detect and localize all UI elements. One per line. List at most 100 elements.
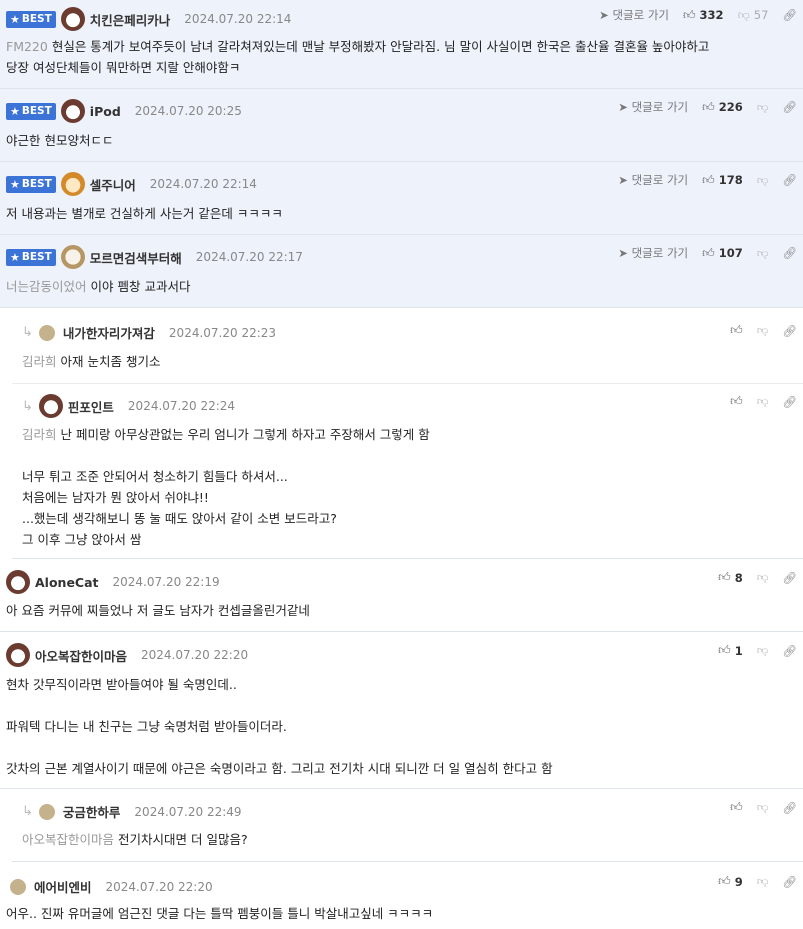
reply-arrow-icon: ↳ <box>22 804 33 819</box>
comment-body: 아오복잡한이마음 전기차시대면 더 일많음? <box>22 832 248 847</box>
share-icon[interactable]: 🔗︎ <box>782 246 797 260</box>
share-icon[interactable]: 🔗︎ <box>782 8 797 22</box>
reply-target[interactable]: 김라희 <box>22 354 57 369</box>
avatar[interactable] <box>10 878 26 895</box>
avatar[interactable] <box>60 172 85 196</box>
thumbs-up-icon[interactable]: 👍︎ <box>730 394 743 409</box>
thumbs-up-icon[interactable]: 👍︎ <box>718 874 731 889</box>
share-icon[interactable]: 🔗︎ <box>782 173 797 187</box>
reply-comment: ↳ 내가한자리가져감 2024.07.20 22:23 👍︎ 👎︎ 🔗︎ 김라희… <box>12 312 803 384</box>
thumbs-up-icon[interactable]: 👍︎ <box>702 246 715 261</box>
comment-body: 저 내용과는 별개로 건실하게 사는거 같은데 ㅋㅋㅋㅋ <box>6 206 283 221</box>
avatar[interactable] <box>60 99 85 123</box>
thumbs-up-icon[interactable]: 👍︎ <box>702 100 715 115</box>
thumbs-up-icon[interactable]: 👍︎ <box>718 643 731 658</box>
thumbs-up-icon[interactable]: 👍︎ <box>702 173 715 188</box>
comment-body: 너는감동이었어 이야 펨창 교과서다 <box>6 279 191 294</box>
share-icon[interactable]: 🔗︎ <box>782 875 797 889</box>
comment-body: 현차 갓무직이라면 받아들여야 될 숙명인데.. 파워텍 다니는 내 친구는 그… <box>6 677 553 776</box>
thumbs-up-icon[interactable]: 👍︎ <box>730 800 743 815</box>
reply-target[interactable]: 아오복잡한이마음 <box>22 832 114 847</box>
avatar[interactable] <box>6 570 30 594</box>
goto-comment-link[interactable]: ➤ 댓글로 가기 <box>618 245 688 261</box>
avatar[interactable] <box>38 324 55 341</box>
star-icon: ★ <box>10 104 20 118</box>
comment-author[interactable]: 치킨은페리카나 <box>90 10 171 29</box>
comment-body: 김라희 난 페미랑 아무상관없는 우리 엄니가 그렇게 하자고 주장해서 그렇게… <box>22 427 430 547</box>
reply-target[interactable]: FM220 <box>6 39 48 54</box>
arrow-icon: ➤ <box>599 8 613 22</box>
arrow-icon: ➤ <box>618 100 632 114</box>
upvote-count: 332 <box>699 8 724 22</box>
thumbs-up-icon[interactable]: 👍︎ <box>730 323 743 338</box>
reply-comment: ↳ 궁금한하루 2024.07.20 22:49 👍︎ 👎︎ 🔗︎ 아오복잡한이… <box>12 789 803 862</box>
avatar[interactable] <box>60 245 85 269</box>
comment-author[interactable]: 아오복잡한이마음 <box>35 646 127 665</box>
comment-body: FM220 현실은 통계가 보여주듯이 남녀 갈라쳐져있는데 맨날 부정해봤자 … <box>6 39 710 75</box>
thumbs-down-icon[interactable]: 👎︎ <box>738 8 750 23</box>
goto-comment-link[interactable]: ➤ 댓글로 가기 <box>599 7 669 23</box>
comment-body: 야근한 현모양처ㄷㄷ <box>6 133 114 148</box>
avatar[interactable] <box>6 643 30 667</box>
comment-body: 어우.. 진짜 유머글에 엄근진 댓글 다는 틀딱 펨붕이들 틀니 박살내고싶네… <box>6 906 434 921</box>
thumbs-down-icon[interactable]: 👎︎ <box>757 643 769 658</box>
avatar[interactable] <box>38 803 55 820</box>
share-icon[interactable]: 🔗︎ <box>782 395 797 409</box>
comment-author[interactable]: 궁금한하루 <box>63 802 121 821</box>
comment-date: 2024.07.20 20:25 <box>134 104 242 118</box>
comment-author[interactable]: iPod <box>90 104 121 119</box>
thumbs-down-icon[interactable]: 👎︎ <box>757 570 769 585</box>
comment-author[interactable]: AloneCat <box>35 575 99 590</box>
comment: 아오복잡한이마음 2024.07.20 22:20 👍︎ 1 👎︎ 🔗︎ 현차 갓… <box>0 632 803 789</box>
comment-author[interactable]: 에어비엔비 <box>34 877 92 896</box>
share-icon[interactable]: 🔗︎ <box>782 324 797 338</box>
comment-date: 2024.07.20 22:14 <box>184 12 292 26</box>
comment-body: 김라희 아재 눈치좀 챙기소 <box>22 354 161 369</box>
goto-comment-link[interactable]: ➤ 댓글로 가기 <box>618 172 688 188</box>
share-icon[interactable]: 🔗︎ <box>782 644 797 658</box>
thumbs-down-icon[interactable]: 👎︎ <box>757 874 769 889</box>
reply-target[interactable]: 김라희 <box>22 427 57 442</box>
best-comment: ★ BEST 치킨은페리카나 2024.07.20 22:14 ➤ 댓글로 가기 … <box>0 0 803 89</box>
comment-author[interactable]: 핀포인트 <box>68 397 114 416</box>
comment-author[interactable]: 셀주니어 <box>90 175 136 194</box>
comment-date: 2024.07.20 22:17 <box>195 250 303 264</box>
upvote-count: 9 <box>734 874 743 889</box>
goto-comment-link[interactable]: ➤ 댓글로 가기 <box>618 99 688 115</box>
thumbs-up-icon[interactable]: 👍︎ <box>683 8 696 23</box>
best-comment: ★ BEST 모르면검색부터해 2024.07.20 22:17 ➤ 댓글로 가기… <box>0 235 803 308</box>
thumbs-down-icon[interactable]: 👎︎ <box>757 246 769 261</box>
thumbs-down-icon[interactable]: 👎︎ <box>757 800 769 815</box>
star-icon: ★ <box>10 12 20 26</box>
thumbs-down-icon[interactable]: 👎︎ <box>757 173 769 188</box>
arrow-icon: ➤ <box>618 246 632 260</box>
comment-date: 2024.07.20 22:23 <box>168 325 277 340</box>
comment-date: 2024.07.20 22:20 <box>105 879 213 894</box>
comment-author[interactable]: 내가한자리가져감 <box>63 323 155 342</box>
upvote-count: 107 <box>718 246 743 260</box>
comment-date: 2024.07.20 22:14 <box>149 177 257 191</box>
best-badge: ★ BEST <box>6 175 56 193</box>
avatar[interactable] <box>38 394 63 418</box>
thumbs-down-icon[interactable]: 👎︎ <box>757 100 769 115</box>
upvote-count: 226 <box>718 100 743 114</box>
thumbs-up-icon[interactable]: 👍︎ <box>718 570 731 585</box>
comment: AloneCat 2024.07.20 22:19 👍︎ 8 👎︎ 🔗︎ 아 요즘… <box>0 559 803 632</box>
comment-date: 2024.07.20 22:24 <box>127 399 236 413</box>
avatar[interactable] <box>60 7 85 31</box>
thumbs-down-icon[interactable]: 👎︎ <box>757 394 769 409</box>
best-comment: ★ BEST 셀주니어 2024.07.20 22:14 ➤ 댓글로 가기 👍︎ 1… <box>0 162 803 235</box>
reply-comment: ↳ 핀포인트 2024.07.20 22:24 👍︎ 👎︎ 🔗︎ 김라희 난 페… <box>12 384 803 559</box>
comment-date: 2024.07.20 22:49 <box>134 804 242 819</box>
thumbs-down-icon[interactable]: 👎︎ <box>757 323 769 338</box>
comment-date: 2024.07.20 22:20 <box>141 648 249 662</box>
star-icon: ★ <box>10 177 20 191</box>
comment-author[interactable]: 모르면검색부터해 <box>90 248 182 267</box>
upvote-count: 8 <box>734 570 743 585</box>
share-icon[interactable]: 🔗︎ <box>782 100 797 114</box>
share-icon[interactable]: 🔗︎ <box>782 571 797 585</box>
share-icon[interactable]: 🔗︎ <box>782 801 797 815</box>
reply-target[interactable]: 너는감동이었어 <box>6 279 87 294</box>
comment: 에어비엔비 2024.07.20 22:20 👍︎ 9 👎︎ 🔗︎ 어우.. 진짜… <box>0 862 803 929</box>
upvote-count: 178 <box>718 173 743 187</box>
